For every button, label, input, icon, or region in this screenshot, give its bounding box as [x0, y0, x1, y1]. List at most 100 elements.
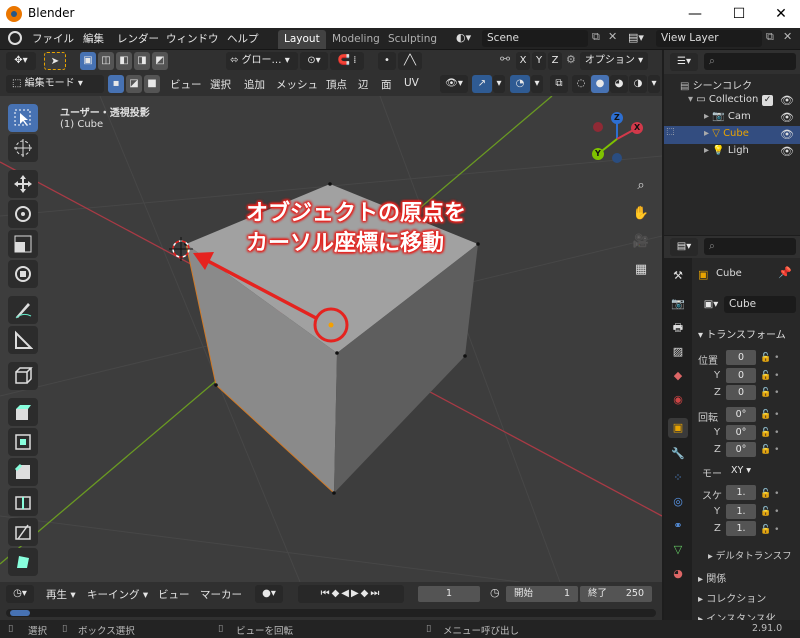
rotation-y-field[interactable]: 0° [726, 425, 756, 440]
rotation-z-field[interactable]: 0° [726, 442, 756, 457]
vertex-select-icon[interactable]: ▪ [108, 75, 124, 93]
overlay-toggle-icon[interactable]: ◔ [510, 75, 530, 93]
select-box-tool-icon[interactable] [8, 104, 38, 132]
add-menu[interactable]: 追加 [244, 77, 265, 92]
mode-dropdown[interactable]: ⬚ 編集モード ▾ [6, 75, 104, 93]
face-menu[interactable]: 面 [381, 77, 392, 92]
maximize-button[interactable]: ☐ [724, 4, 754, 24]
knife-tool-icon[interactable] [8, 518, 38, 546]
menu-help[interactable]: ヘルプ [227, 31, 259, 46]
object-tab-icon[interactable]: ▣ [668, 418, 688, 438]
menu-render[interactable]: レンダー [117, 31, 159, 46]
bevel-tool-icon[interactable] [8, 458, 38, 486]
view-layer-tab-icon[interactable]: ▨ [668, 342, 688, 362]
location-z-field[interactable]: 0 [726, 385, 756, 400]
shading-rendered-icon[interactable]: ◑ [629, 75, 647, 93]
timeline-editor-type-icon[interactable]: ◷▾ [6, 585, 34, 603]
loop-cut-tool-icon[interactable] [8, 488, 38, 516]
light-visibility-eye-icon[interactable]: 👁 [780, 145, 794, 158]
constraints-tab-icon[interactable]: ⚭ [668, 516, 688, 536]
shading-material-icon[interactable]: ◕ [610, 75, 628, 93]
pivot-point-icon[interactable]: ⊙▾ [300, 52, 328, 70]
options-dropdown[interactable]: オプション ▾ [580, 52, 648, 70]
camera-view-icon[interactable]: 🎥 [629, 230, 653, 254]
mesh-menu[interactable]: メッシュ [276, 77, 318, 92]
physics-tab-icon[interactable]: ◎ [668, 492, 688, 512]
tab-layout[interactable]: Layout [278, 30, 326, 49]
properties-editor-type-icon[interactable]: ▤▾ [670, 238, 698, 256]
playback-controls[interactable]: ⏮◆◀▶◆⏭ [298, 585, 404, 603]
outliner-display-mode-icon[interactable]: ☰▾ [670, 53, 698, 71]
particles-tab-icon[interactable]: ⁘ [668, 468, 688, 488]
delete-scene-icon[interactable]: ✕ [608, 30, 620, 46]
select-mode-extend-icon[interactable]: ◫ [98, 52, 114, 70]
rotation-x-field[interactable]: 0° [726, 407, 756, 422]
extrude-tool-icon[interactable] [8, 398, 38, 426]
zoom-icon[interactable]: ⌕ [629, 174, 653, 198]
start-frame-field[interactable]: 開始 1 [506, 586, 578, 602]
3d-viewport[interactable]: ユーザー・透視投影 (1) Cube オブジェクトの原点を カーソル座標に移動 … [0, 96, 662, 582]
tab-sculpting[interactable]: Sculpting [382, 30, 443, 49]
annotate-tool-icon[interactable] [8, 296, 38, 324]
rotation-mode-dropdown[interactable]: XY ▾ [726, 463, 756, 478]
scale-x-field[interactable]: 1. [726, 485, 756, 500]
mirror-x-toggle[interactable]: X [516, 52, 530, 70]
timeline-scrubber[interactable] [6, 609, 656, 617]
lock-icons-location[interactable]: 🔓 • 🔓 • 🔓 • [760, 350, 779, 403]
modifier-tab-icon[interactable]: 🔧 [668, 444, 688, 464]
auto-keying-icon[interactable]: ●▾ [255, 585, 283, 603]
new-view-layer-icon[interactable]: ⧉ [766, 30, 778, 44]
scene-tab-icon[interactable]: ◆ [668, 366, 688, 386]
cursor-tool-icon[interactable] [8, 134, 38, 162]
timeline-playhead[interactable] [10, 610, 30, 616]
material-tab-icon[interactable]: ◕ [668, 564, 688, 584]
shading-wireframe-icon[interactable]: ◌ [572, 75, 590, 93]
collection-checkbox[interactable]: ✓ [762, 95, 773, 106]
edge-menu[interactable]: 辺 [358, 77, 369, 92]
lock-icons-scale[interactable]: 🔓 • 🔓 • 🔓 • [760, 485, 779, 539]
transform-orientation-dropdown[interactable]: ⬄ グロー… ▾ [226, 52, 298, 70]
location-y-field[interactable]: 0 [726, 368, 756, 383]
proportional-edit-icon[interactable]: • [378, 52, 396, 70]
select-menu[interactable]: 選択 [210, 77, 231, 92]
object-data-browse-icon[interactable]: ▣▾ [698, 296, 724, 314]
overlay-dropdown-icon[interactable]: ▾ [531, 75, 543, 93]
select-mode-intersect-icon[interactable]: ◩ [152, 52, 168, 70]
shading-solid-icon[interactable]: ● [591, 75, 609, 93]
marker-menu[interactable]: マーカー [200, 587, 242, 602]
scale-z-field[interactable]: 1. [726, 521, 756, 536]
playback-menu[interactable]: 再生 ▾ [46, 587, 76, 602]
mirror-z-toggle[interactable]: Z [548, 52, 562, 70]
view-layer-name-field[interactable]: View Layer [656, 30, 762, 47]
menu-window[interactable]: ウィンドウ [166, 31, 219, 46]
view-menu[interactable]: ビュー [170, 77, 202, 92]
transform-panel-header[interactable]: ▾ トランスフォーム [698, 326, 786, 341]
shading-dropdown-icon[interactable]: ▾ [648, 75, 660, 93]
outliner-search-field[interactable]: ⌕ [704, 53, 796, 70]
select-mode-subtract-icon[interactable]: ◧ [116, 52, 132, 70]
falloff-icon[interactable]: ╱╲ [398, 52, 422, 70]
end-frame-field[interactable]: 終了 250 [580, 586, 652, 602]
poly-build-tool-icon[interactable] [8, 548, 38, 576]
pin-icon[interactable]: 📌 [778, 266, 792, 279]
properties-search-field[interactable]: ⌕ [704, 238, 796, 255]
lock-icons-rotation[interactable]: 🔓 • 🔓 • 🔓 • [760, 407, 779, 460]
scale-tool-icon[interactable] [8, 230, 38, 258]
delta-transform-panel[interactable]: ▸ デルタトランスフ [708, 548, 792, 562]
gizmo-dropdown-icon[interactable]: ▾ [493, 75, 505, 93]
tool-tab-icon[interactable]: ⚒ [668, 266, 688, 286]
visibility-eye-icon[interactable]: 👁▾ [440, 75, 468, 93]
edge-select-icon[interactable]: ◪ [126, 75, 142, 93]
outliner-item-cube[interactable]: ▸ ▽ Cube [704, 128, 779, 145]
scene-selector-icon[interactable]: ◐▾ [456, 31, 478, 47]
new-scene-icon[interactable]: ⧉ [592, 30, 604, 46]
view-layer-selector-icon[interactable]: ▤▾ [628, 31, 652, 47]
add-cube-tool-icon[interactable] [8, 362, 38, 390]
render-tab-icon[interactable]: 📷 [668, 294, 688, 314]
measure-tool-icon[interactable] [8, 326, 38, 354]
blender-menu-icon[interactable] [8, 31, 22, 45]
output-tab-icon[interactable]: 🖶 [668, 318, 688, 338]
menu-edit[interactable]: 編集 [83, 31, 104, 46]
pan-hand-icon[interactable]: ✋ [629, 202, 653, 226]
close-button[interactable]: ✕ [766, 4, 796, 24]
